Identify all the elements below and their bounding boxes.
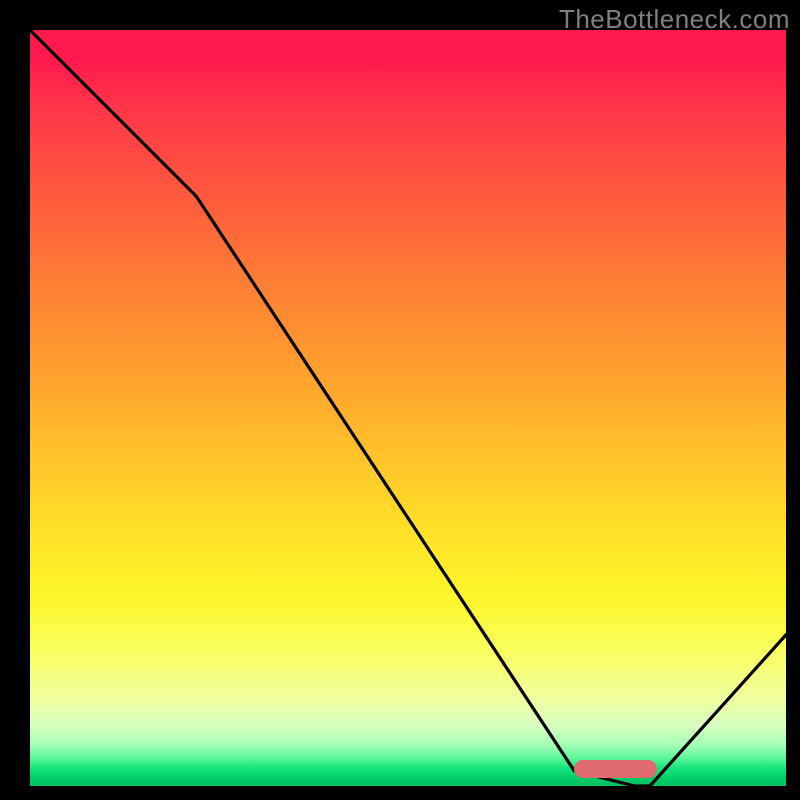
watermark-text: TheBottleneck.com (559, 4, 790, 35)
chart-frame: TheBottleneck.com (0, 0, 800, 800)
optimal-range-marker (574, 760, 657, 778)
bottleneck-curve (30, 30, 786, 786)
plot-area (30, 30, 786, 786)
